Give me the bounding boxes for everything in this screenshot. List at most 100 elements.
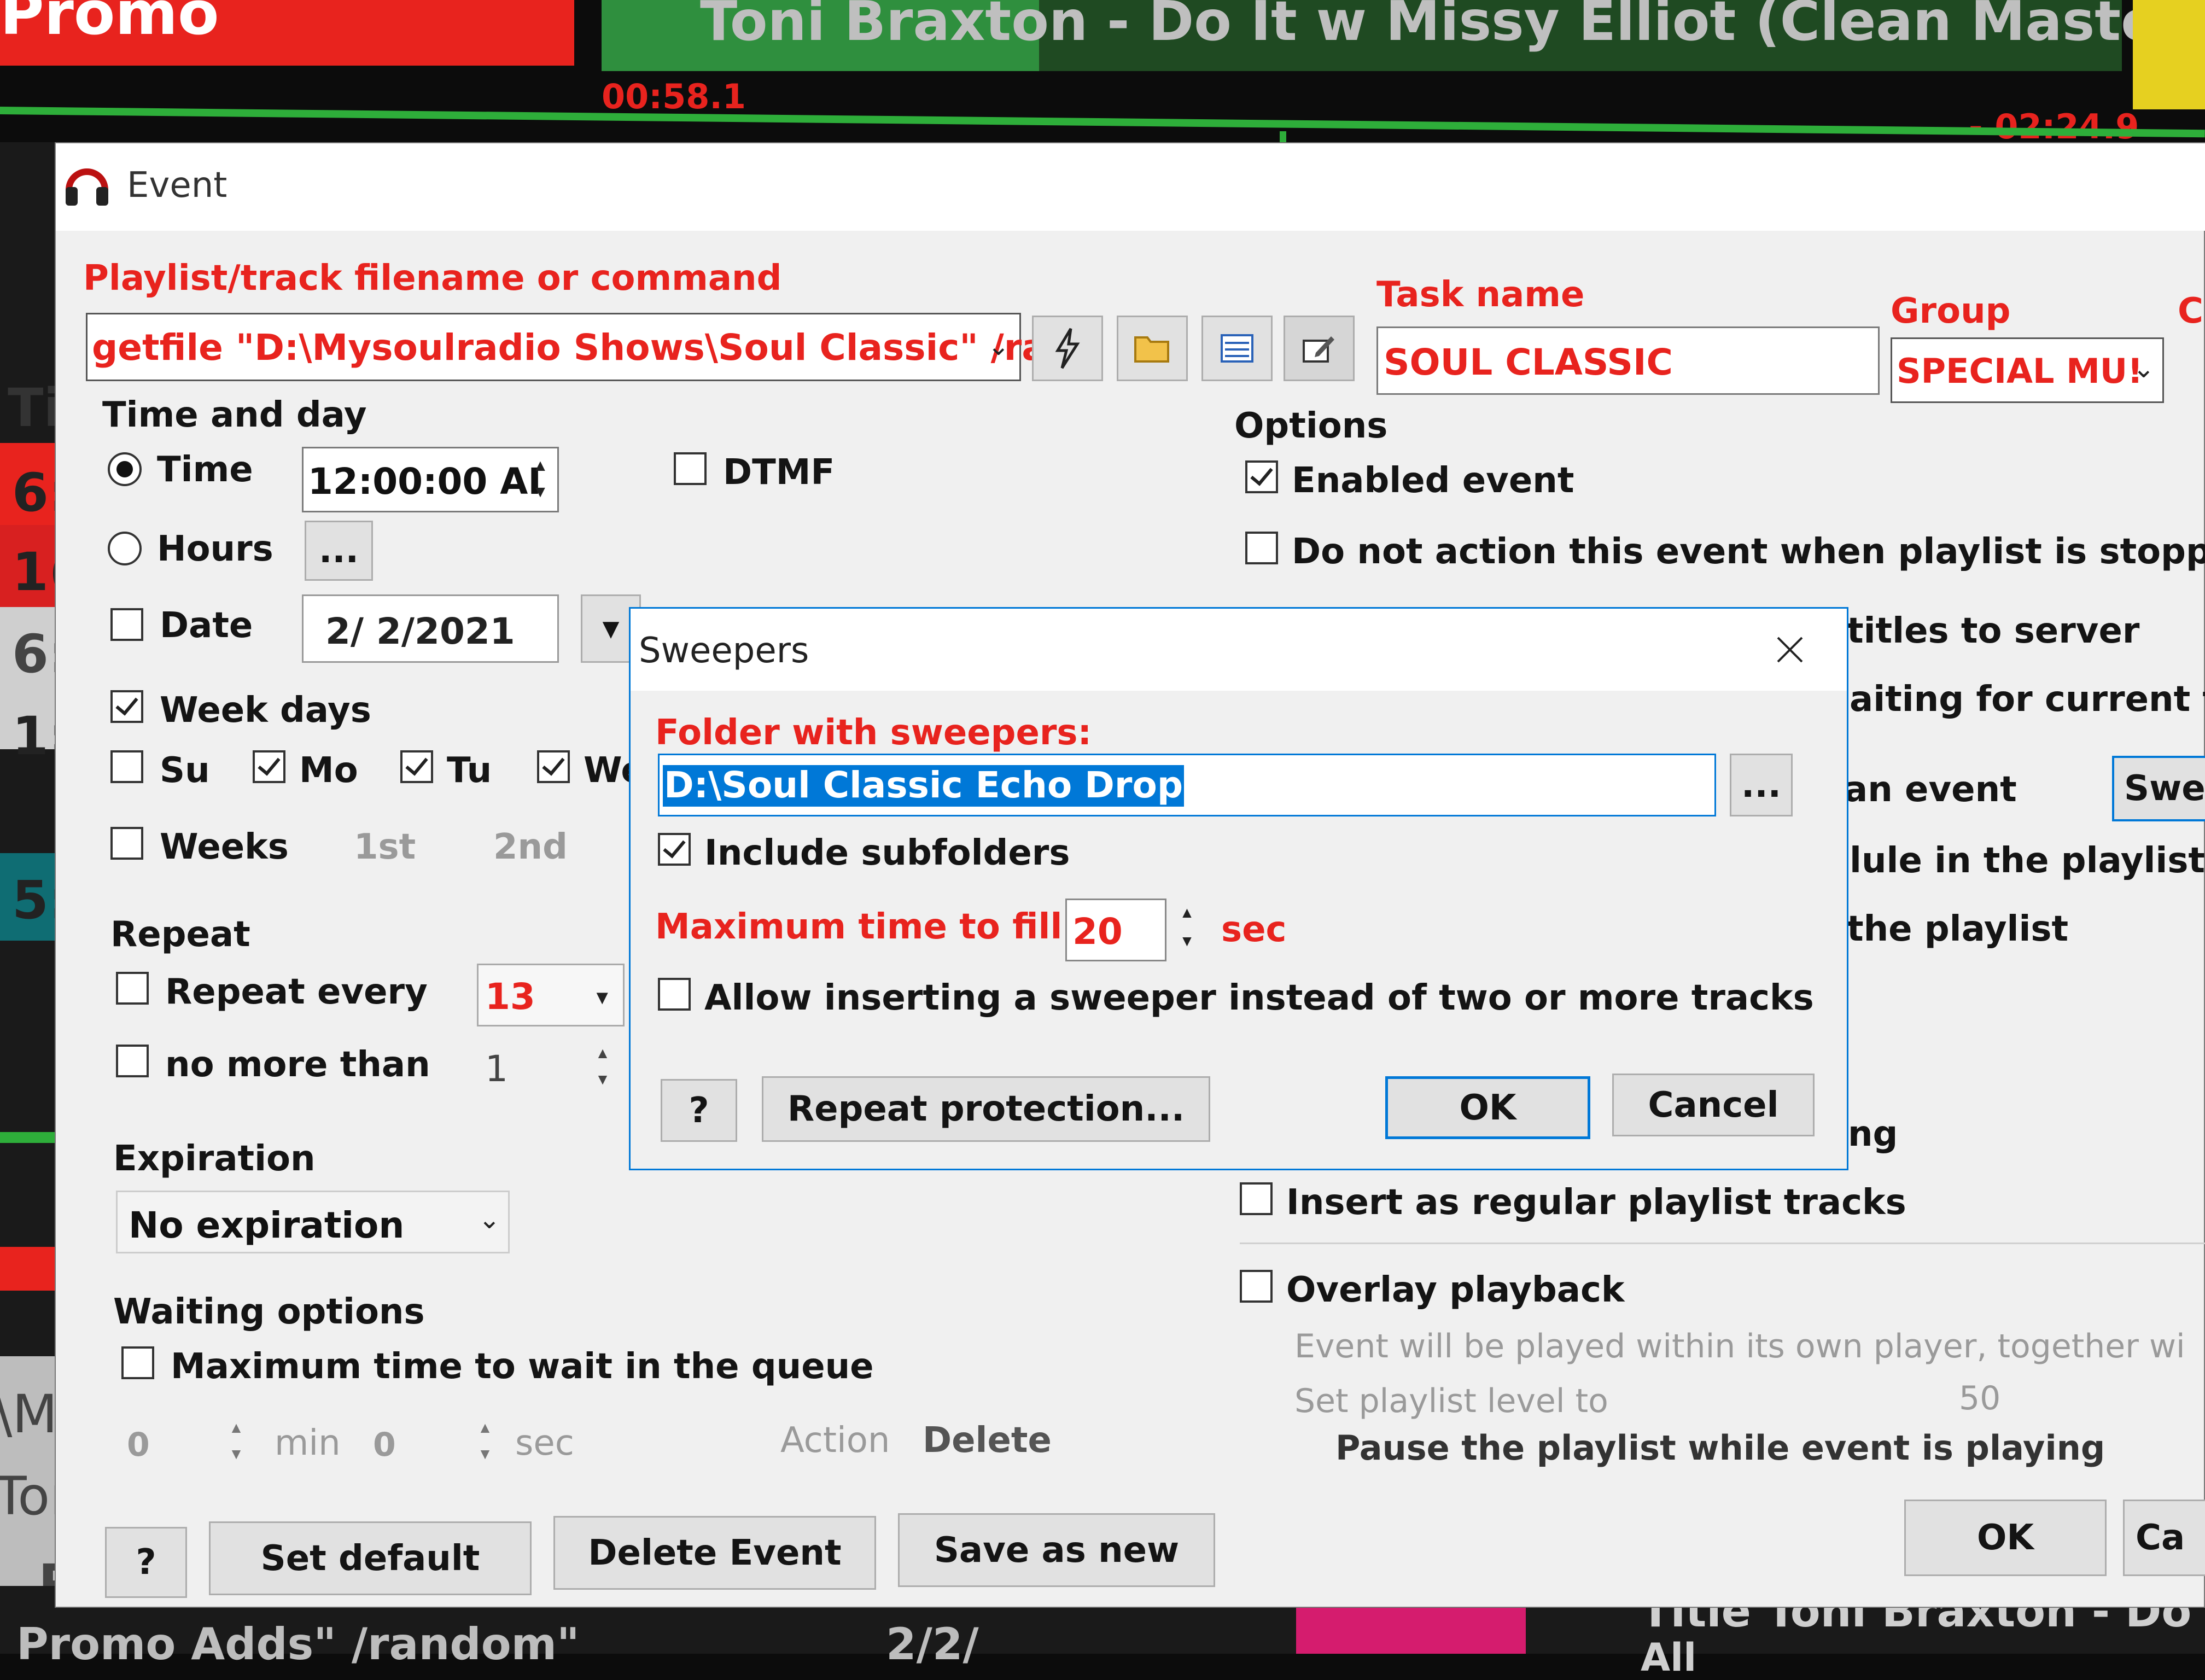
no-more-than-checkbox[interactable] [116,1045,149,1077]
action-label: Action [780,1420,890,1461]
day-we-checkbox[interactable] [537,750,570,783]
week-2nd-label[interactable]: 2nd [493,830,568,865]
weeks-checkbox[interactable] [110,827,143,860]
playlist-level-value[interactable]: 50 [1959,1382,2000,1415]
insert-regular-label: Insert as regular playlist tracks [1286,1182,1906,1223]
wait-sec-value[interactable]: 0 [373,1428,396,1461]
sweepers-button[interactable]: Swee [2112,756,2205,821]
options-divider [1240,1242,2205,1244]
list-icon [1221,334,1253,363]
green-progress-line [0,107,2205,138]
chevron-down-icon[interactable]: ⌄ [2133,353,2155,384]
weeks-label: Weeks [160,827,289,867]
repeat-every-combo[interactable]: 13 ▼ [477,964,625,1026]
no-more-than-label: no more than [165,1045,430,1085]
hours-radio-label: Hours [157,529,273,569]
day-tu-checkbox[interactable] [400,750,433,783]
top-red-tile-label: Promo [0,0,219,48]
hours-radio[interactable] [108,532,142,565]
max-wait-checkbox[interactable] [121,1346,154,1379]
week-days-checkbox[interactable] [110,690,143,723]
left-lower-red [0,1247,60,1291]
week-days-label: Week days [160,690,371,731]
week-1st-label[interactable]: 1st [354,830,416,865]
task-name-input[interactable]: SOUL CLASSIC [1376,326,1880,395]
list-button[interactable] [1201,316,1273,381]
no-more-than-spin[interactable]: ▲ ▼ [589,1040,616,1095]
options-label: Options [1234,406,1388,446]
date-checkbox[interactable] [110,608,143,641]
folder-icon [1134,336,1169,363]
c-label-fragment: C [2178,291,2203,331]
time-spin-arrows[interactable]: ▲ ▼ [527,453,554,508]
date-label: Date [160,605,253,646]
sweepers-help-button[interactable]: ? [661,1079,737,1142]
elapsed-time: 00:58.1 [602,77,746,116]
event-help-button[interactable]: ? [105,1527,187,1598]
date-picker[interactable]: 2/ 2/2021 [302,594,559,663]
repeat-protection-button[interactable]: Repeat protection... [762,1076,1210,1142]
day-mo-checkbox[interactable] [253,750,285,783]
folder-input[interactable]: D:\Soul Classic Echo Drop [658,754,1716,816]
time-radio[interactable] [108,452,142,486]
chevron-down-icon[interactable]: ⌄ [479,1204,500,1235]
wait-min-unit: min [275,1423,341,1463]
set-default-button[interactable]: Set default [209,1521,532,1595]
no-more-than-value[interactable]: 1 [485,1051,508,1087]
include-subfolders-checkbox[interactable] [658,833,691,866]
chevron-down-icon[interactable]: ▼ [592,986,612,1009]
playlist-level-label: Set playlist level to [1294,1382,1608,1420]
wait-min-spin[interactable]: ▲ ▼ [223,1415,250,1469]
enabled-event-checkbox[interactable] [1245,460,1278,493]
time-spin-input[interactable]: 12:00:00 AI ▲ ▼ [302,447,559,512]
chevron-down-icon[interactable]: ⌄ [988,331,1010,361]
left-col-0: Ti [8,377,62,439]
left-lower-green [0,1132,60,1143]
day-su-checkbox[interactable] [110,750,143,783]
max-time-input[interactable]: 20 [1065,899,1166,961]
max-time-spin[interactable]: ▲ ▼ [1172,899,1202,959]
sweepers-ok-button[interactable]: OK [1385,1076,1590,1139]
group-combo[interactable]: SPECIAL MU! ⌄ [1891,337,2164,403]
do-not-action-label: Do not action this event when playlist i… [1292,532,2205,572]
overlay-checkbox[interactable] [1240,1270,1273,1303]
time-and-day-label: Time and day [102,395,367,435]
folder-value: D:\Soul Classic Echo Drop [663,764,1185,807]
playlist-filename-value: getfile "D:\Mysoulradio Shows\Soul Class… [92,326,1046,369]
event-ok-button[interactable]: OK [1904,1500,2107,1576]
playlist-filename-combo[interactable]: getfile "D:\Mysoulradio Shows\Soul Class… [86,313,1046,381]
insert-regular-checkbox[interactable] [1240,1182,1273,1215]
schedule-fragment: lule in the playlist, enc [1850,841,2205,881]
save-as-new-button[interactable]: Save as new [898,1513,1215,1587]
dtmf-checkbox[interactable] [674,452,707,485]
action-value[interactable]: Delete [923,1423,1052,1458]
sweepers-cancel-button[interactable]: Cancel [1612,1074,1815,1136]
repeat-every-value: 13 [485,976,535,1018]
edit-icon [1303,336,1334,363]
event-cancel-button[interactable]: Ca [2123,1500,2205,1576]
wait-sec-spin[interactable]: ▲ ▼ [471,1415,499,1469]
event-title-bar[interactable] [56,143,2205,231]
include-subfolders-label: Include subfolders [704,833,1070,873]
event-dialog-title: Event [127,165,228,206]
do-not-action-checkbox[interactable] [1245,532,1278,564]
delete-event-button[interactable]: Delete Event [553,1516,876,1590]
folder-browse-button[interactable]: ... [1730,754,1793,816]
wait-min-value[interactable]: 0 [127,1428,150,1461]
max-time-value: 20 [1072,911,1123,953]
app-headphones-icon [62,160,112,209]
repeat-every-checkbox[interactable] [116,972,149,1005]
wait-sec-unit: sec [515,1423,574,1463]
close-icon[interactable] [1774,633,1806,666]
sweepers-title-bar[interactable] [631,609,1847,691]
open-folder-button[interactable] [1117,316,1188,381]
hours-more-button[interactable]: ... [305,521,373,581]
allow-inserting-checkbox[interactable] [658,978,691,1011]
expiration-combo[interactable]: No expiration ⌄ [116,1191,510,1253]
expiration-value: No expiration [129,1204,405,1246]
task-name-label: Task name [1376,275,1585,315]
task-name-value: SOUL CLASSIC [1384,341,1673,383]
edit-button[interactable] [1284,316,1355,381]
lightning-button[interactable] [1032,316,1103,381]
overlay-label: Overlay playback [1286,1270,1625,1310]
